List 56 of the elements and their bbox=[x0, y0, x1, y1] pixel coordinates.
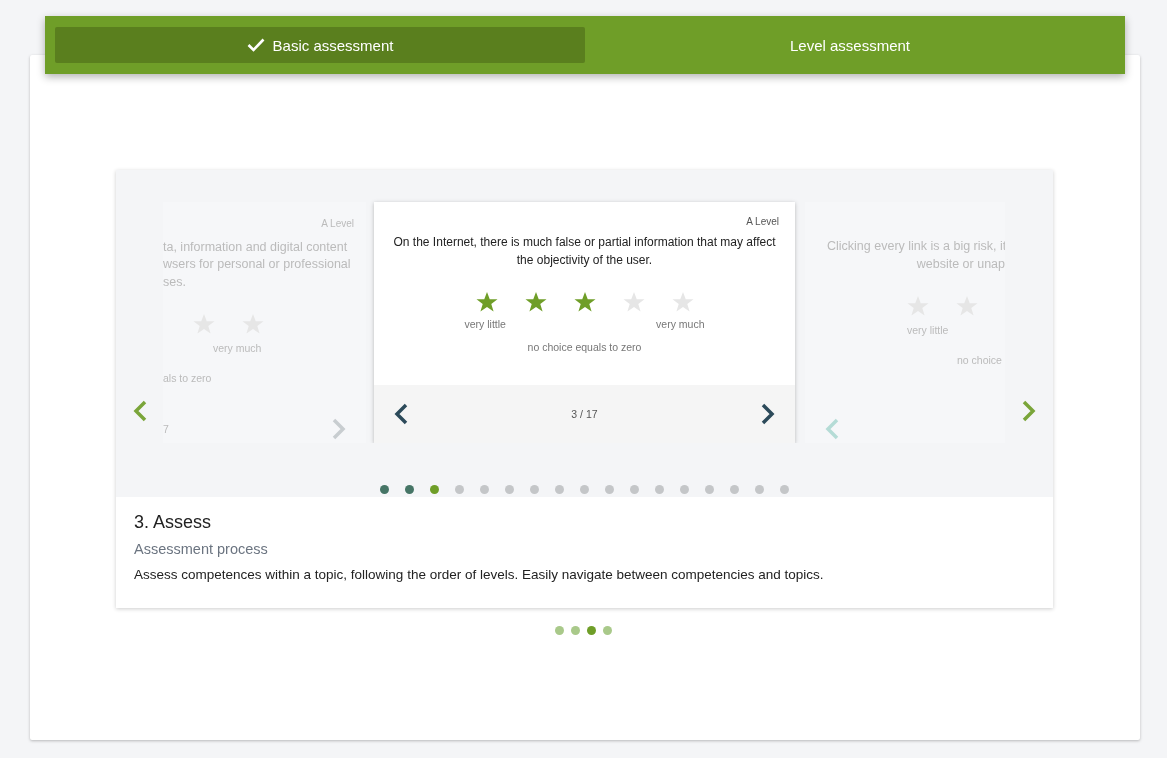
question-counter: 3 / 17 bbox=[571, 408, 598, 420]
chevron-left-icon bbox=[132, 400, 147, 422]
question-dot[interactable] bbox=[730, 485, 739, 494]
question-dot[interactable] bbox=[480, 485, 489, 494]
step-dot[interactable] bbox=[603, 626, 612, 635]
question-dot[interactable] bbox=[430, 485, 439, 494]
question-dot[interactable] bbox=[780, 485, 789, 494]
question-dot[interactable] bbox=[505, 485, 514, 494]
level-label: A Level bbox=[746, 216, 779, 227]
note-text: no choice equals to zero bbox=[527, 341, 642, 353]
check-icon bbox=[246, 38, 265, 52]
scale-label: very little bbox=[464, 318, 506, 330]
star-icon[interactable] bbox=[671, 291, 694, 312]
assessment-tab[interactable]: Basic assessment bbox=[55, 27, 585, 63]
step-description: Assess competences within a topic, following the order of levels. Easily navigate between competencies and topics. bbox=[134, 567, 825, 582]
question-text: ta, information and digital content bbox=[163, 238, 349, 256]
question-text: website or unap bbox=[915, 255, 1005, 273]
star-icon[interactable] bbox=[524, 291, 547, 312]
next-question-button[interactable] bbox=[761, 403, 775, 425]
next-button[interactable] bbox=[1021, 400, 1036, 422]
star-icon[interactable] bbox=[622, 291, 645, 312]
question-dot[interactable] bbox=[530, 485, 539, 494]
chevron-left-icon bbox=[825, 418, 839, 440]
question-dot[interactable] bbox=[705, 485, 714, 494]
level-label: A Level bbox=[321, 217, 354, 231]
previous-button[interactable] bbox=[132, 400, 147, 422]
question-text: On the Internet, there is much false or partial information that may affect the objectivity of the user. bbox=[392, 234, 777, 269]
question-dot[interactable] bbox=[655, 485, 664, 494]
scale-label: very little bbox=[907, 323, 950, 338]
question-dot[interactable] bbox=[755, 485, 764, 494]
chevron-left-icon bbox=[394, 403, 408, 425]
star-icon[interactable] bbox=[573, 291, 596, 312]
step-dot[interactable] bbox=[555, 626, 564, 635]
assessment-tab[interactable]: Level assessment bbox=[585, 27, 1115, 63]
note-text: als to zero bbox=[163, 370, 213, 386]
chevron-right-icon bbox=[1021, 400, 1036, 422]
question-dot[interactable] bbox=[455, 485, 464, 494]
star-icon[interactable] bbox=[475, 291, 498, 312]
chevron-right-icon bbox=[332, 418, 346, 440]
question-text: wsers for personal or professional bbox=[163, 256, 352, 273]
question-dot[interactable] bbox=[680, 485, 689, 494]
chevron-right-icon bbox=[761, 403, 775, 425]
step-subtitle: Assessment process bbox=[134, 541, 269, 557]
question-dot[interactable] bbox=[580, 485, 589, 494]
question-text: ses. bbox=[163, 273, 187, 291]
question-dot[interactable] bbox=[605, 485, 614, 494]
previous-question-button[interactable] bbox=[394, 403, 408, 425]
step-dot[interactable] bbox=[587, 626, 596, 635]
scale-label: very much bbox=[656, 318, 705, 330]
question-dot[interactable] bbox=[555, 485, 564, 494]
step-dot[interactable] bbox=[571, 626, 580, 635]
step-title: 3. Assess bbox=[134, 512, 213, 533]
question-dot[interactable] bbox=[380, 485, 389, 494]
question-dot[interactable] bbox=[405, 485, 414, 494]
question-dot[interactable] bbox=[630, 485, 639, 494]
question-counter: 7 bbox=[163, 423, 169, 435]
